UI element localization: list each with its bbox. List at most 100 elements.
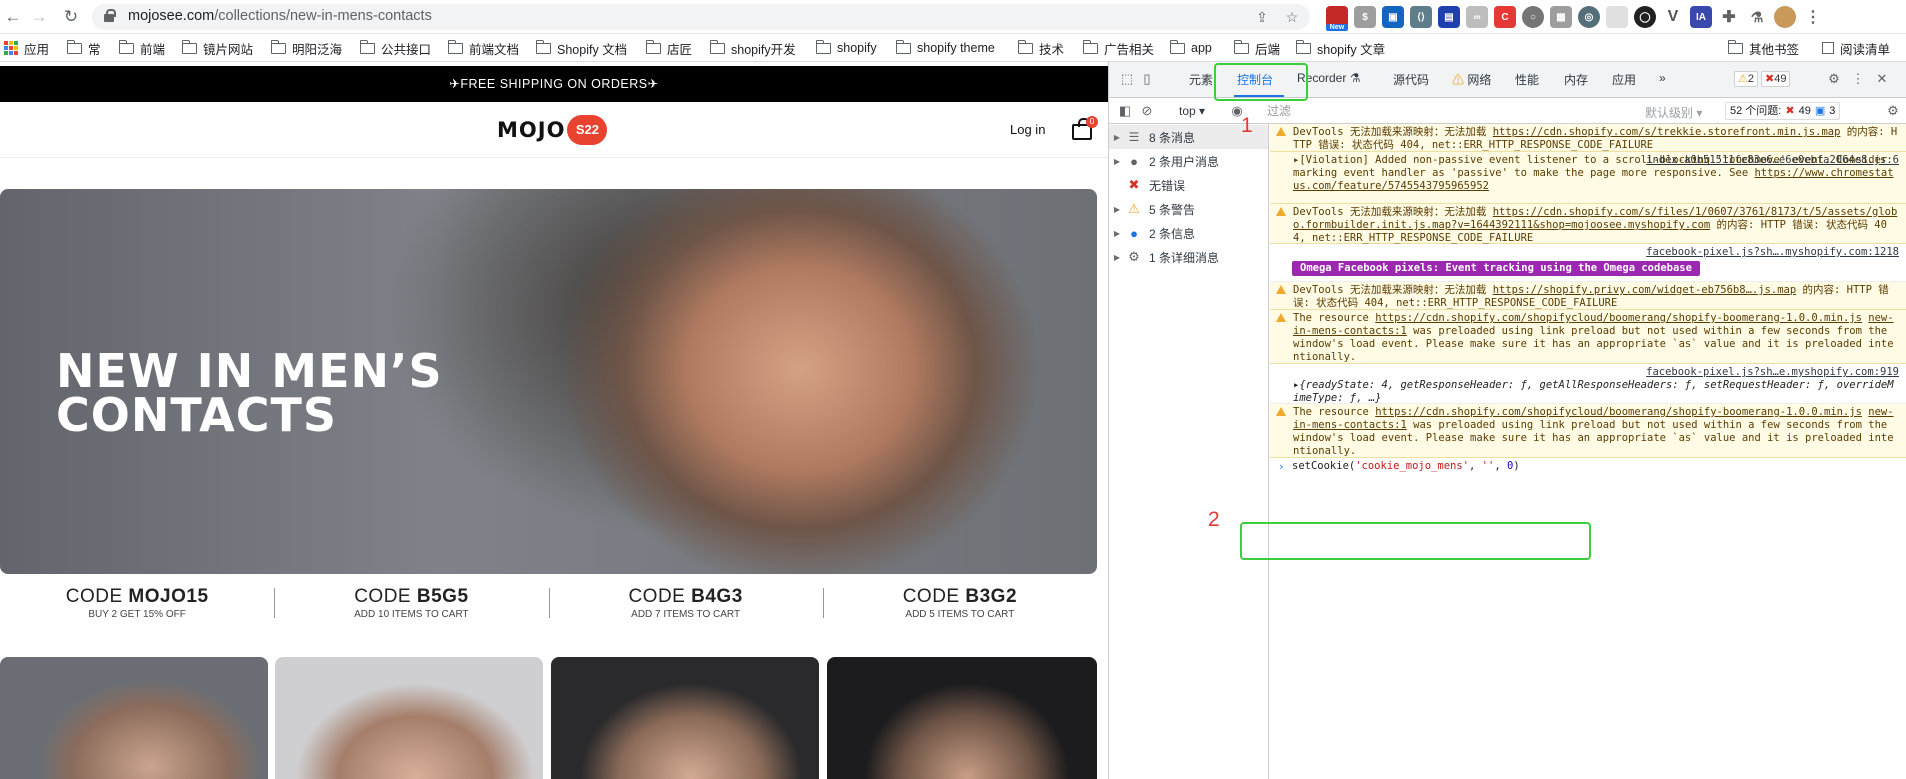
message-link[interactable]: https://cdn.shopify.com/shopifycloud/boo…	[1375, 312, 1862, 324]
menu-kebab-icon[interactable]: ⋮	[1802, 6, 1824, 28]
prompt-arg: 'cookie_mojo_mens'	[1355, 460, 1470, 472]
extension-circle-icon[interactable]: ○	[1522, 6, 1544, 28]
bookmark-folder[interactable]: shopify theme	[895, 39, 995, 56]
level-value: 默认级别	[1645, 106, 1694, 120]
warning-count-badge[interactable]: ⚠2	[1734, 71, 1758, 87]
reload-icon[interactable]: ↻	[60, 6, 82, 28]
bookmark-folder[interactable]: 常	[66, 39, 101, 57]
bookmark-folder[interactable]: 广告相关	[1082, 39, 1154, 57]
bookmark-folder[interactable]: app	[1169, 39, 1212, 56]
tab-memory[interactable]: 内存	[1564, 71, 1588, 88]
extension-link-icon[interactable]: ∞	[1466, 6, 1488, 28]
error-count-badge[interactable]: ✖49	[1761, 71, 1791, 87]
log-level-select[interactable]: 默认级别 ▾	[1645, 104, 1702, 121]
site-header: MOJO S22 Log in 0	[0, 102, 1108, 158]
new-badge: New	[1326, 24, 1348, 31]
close-icon[interactable]: ✕	[1874, 71, 1890, 87]
warning-icon	[1276, 407, 1286, 416]
extension-c-icon[interactable]: C	[1494, 6, 1516, 28]
devtools-menu-icon[interactable]: ⋮	[1850, 71, 1866, 87]
bookmark-folder[interactable]: Shopify 文档	[535, 39, 627, 57]
inspect-icon[interactable]: ⬚	[1119, 71, 1135, 87]
bookmark-label: 前端文档	[469, 42, 520, 57]
message-link[interactable]: https://cdn.shopify.com/shopifycloud/boo…	[1375, 406, 1862, 418]
extension-ia-icon[interactable]: IA	[1690, 6, 1712, 28]
address-bar[interactable]: mojosee.com/collections/new-in-mens-cont…	[92, 4, 1310, 30]
extension-image-icon[interactable]: ▦	[1550, 6, 1572, 28]
login-link[interactable]: Log in	[1010, 122, 1045, 137]
code-prefix: CODE	[354, 586, 417, 607]
prompt-function: setCookie(	[1292, 460, 1356, 472]
bookmark-folder[interactable]: 技术	[1017, 39, 1065, 57]
message-source-link[interactable]: facebook-pixel.js?sh….myshopify.com:1218	[1293, 246, 1899, 259]
bookmark-folder[interactable]: 明阳泛海	[270, 39, 342, 57]
bookmark-folder[interactable]: 前端文档	[447, 39, 520, 57]
message-source-link[interactable]: index-a0b51511fe83e6…e6e0ebfa2064e8.js:6	[1646, 154, 1899, 167]
tab-elements[interactable]: 元素	[1189, 71, 1213, 88]
tab-sources[interactable]: 源代码	[1393, 71, 1429, 88]
sidebar-toggle-icon[interactable]: ◧	[1117, 103, 1133, 119]
bookmark-folder[interactable]: 前端	[118, 39, 165, 57]
product-image[interactable]	[0, 657, 268, 779]
extension-cart-icon[interactable]: $	[1354, 6, 1376, 28]
console-input[interactable]: › setCookie('cookie_mojo_mens', '', 0)	[1270, 460, 1906, 480]
sidebar-item-user-messages[interactable]: ▶ ● 2 条用户消息	[1109, 149, 1268, 173]
bookmark-other[interactable]: 其他书签	[1727, 39, 1799, 57]
code-value: B5G5	[416, 586, 469, 607]
bookmark-folder[interactable]: 店匠	[645, 39, 692, 57]
bookmark-label: 技术	[1039, 42, 1065, 57]
filter-input[interactable]: 过滤	[1263, 102, 1643, 120]
sidebar-item-warnings[interactable]: ▶ ⚠ 5 条警告	[1109, 197, 1268, 221]
bookmark-folder[interactable]: 公共接口	[359, 39, 431, 57]
extension-code-icon[interactable]: ⟨⟩	[1410, 6, 1432, 28]
extension-vue-icon[interactable]: V	[1662, 6, 1684, 28]
settings-gear-icon[interactable]: ⚙	[1826, 71, 1842, 87]
flask-icon[interactable]: ⚗	[1746, 6, 1768, 28]
context-select[interactable]: top ▾	[1179, 104, 1205, 118]
bookmark-folder[interactable]: 镜片网站	[181, 39, 253, 57]
extension-save-icon[interactable]: ▤	[1438, 6, 1460, 28]
bookmark-reading-list[interactable]: 阅读清单	[1822, 40, 1890, 57]
sidebar-item-label: 1 条详细消息	[1149, 250, 1220, 265]
message-link[interactable]: https://cdn.shopify.com/s/trekkie.storef…	[1493, 126, 1841, 138]
cart-icon[interactable]: 0	[1070, 116, 1098, 142]
clear-console-icon[interactable]: ⊘	[1139, 103, 1155, 119]
tab-network[interactable]: ⚠ 网络	[1452, 71, 1491, 88]
share-icon[interactable]: ⇪	[1252, 7, 1272, 27]
product-image[interactable]	[275, 657, 543, 779]
message-source-link[interactable]: facebook-pixel.js?sh…e.myshopify.com:919	[1293, 366, 1899, 379]
back-arrow-icon[interactable]: ←	[2, 6, 24, 28]
extensions-puzzle-icon[interactable]: ✚	[1718, 6, 1740, 28]
sidebar-item-verbose[interactable]: ▶ ⚙ 1 条详细消息	[1109, 245, 1268, 269]
bookmark-folder[interactable]: shopify开发	[709, 39, 796, 57]
bookmark-apps[interactable]: 应用	[4, 40, 49, 57]
sidebar-item-info[interactable]: ▶ ● 2 条信息	[1109, 221, 1268, 245]
site-logo[interactable]: MOJO S22	[497, 114, 608, 146]
more-tabs-icon[interactable]: »	[1659, 71, 1666, 85]
message-link[interactable]: https://shopify.privy.com/widget-eb756b8…	[1493, 284, 1796, 296]
device-toolbar-icon[interactable]: ▯	[1139, 71, 1155, 87]
extension-translate-icon[interactable]: ▣	[1382, 6, 1404, 28]
bookmark-folder[interactable]: 后端	[1233, 39, 1280, 57]
product-image[interactable]	[827, 657, 1097, 779]
extension-globe-icon[interactable]: ◎	[1578, 6, 1600, 28]
forward-arrow-icon[interactable]: →	[28, 6, 50, 28]
product-image[interactable]	[551, 657, 819, 779]
extension-blank-icon[interactable]	[1606, 6, 1628, 28]
promo-banner: ✈FREE SHIPPING ON ORDERS✈	[0, 66, 1108, 102]
avatar[interactable]	[1774, 6, 1796, 28]
tab-performance[interactable]: 性能	[1515, 71, 1539, 88]
issues-button[interactable]: 52 个问题: ✖ 49 ▣ 3	[1725, 102, 1841, 120]
sidebar-item-errors[interactable]: ✖ 无错误	[1109, 173, 1268, 197]
bookmark-folder[interactable]: shopify 文章	[1295, 39, 1385, 57]
tab-application[interactable]: 应用	[1612, 71, 1636, 88]
extension-new-icon[interactable]: New	[1326, 6, 1348, 31]
sidebar-item-label: 8 条消息	[1149, 130, 1196, 145]
object-preview[interactable]: ▸{readyState: 4, getResponseHeader: ƒ, g…	[1293, 379, 1894, 404]
console-settings-gear-icon[interactable]: ⚙	[1885, 103, 1901, 119]
hero-banner[interactable]: NEW IN MEN’S CONTACTS	[0, 189, 1097, 574]
bookmark-folder[interactable]: shopify	[815, 39, 877, 56]
cart-count-badge: 0	[1086, 116, 1098, 128]
bookmark-star-icon[interactable]: ☆	[1282, 7, 1302, 27]
extension-ring-icon[interactable]: ◯	[1634, 6, 1656, 28]
